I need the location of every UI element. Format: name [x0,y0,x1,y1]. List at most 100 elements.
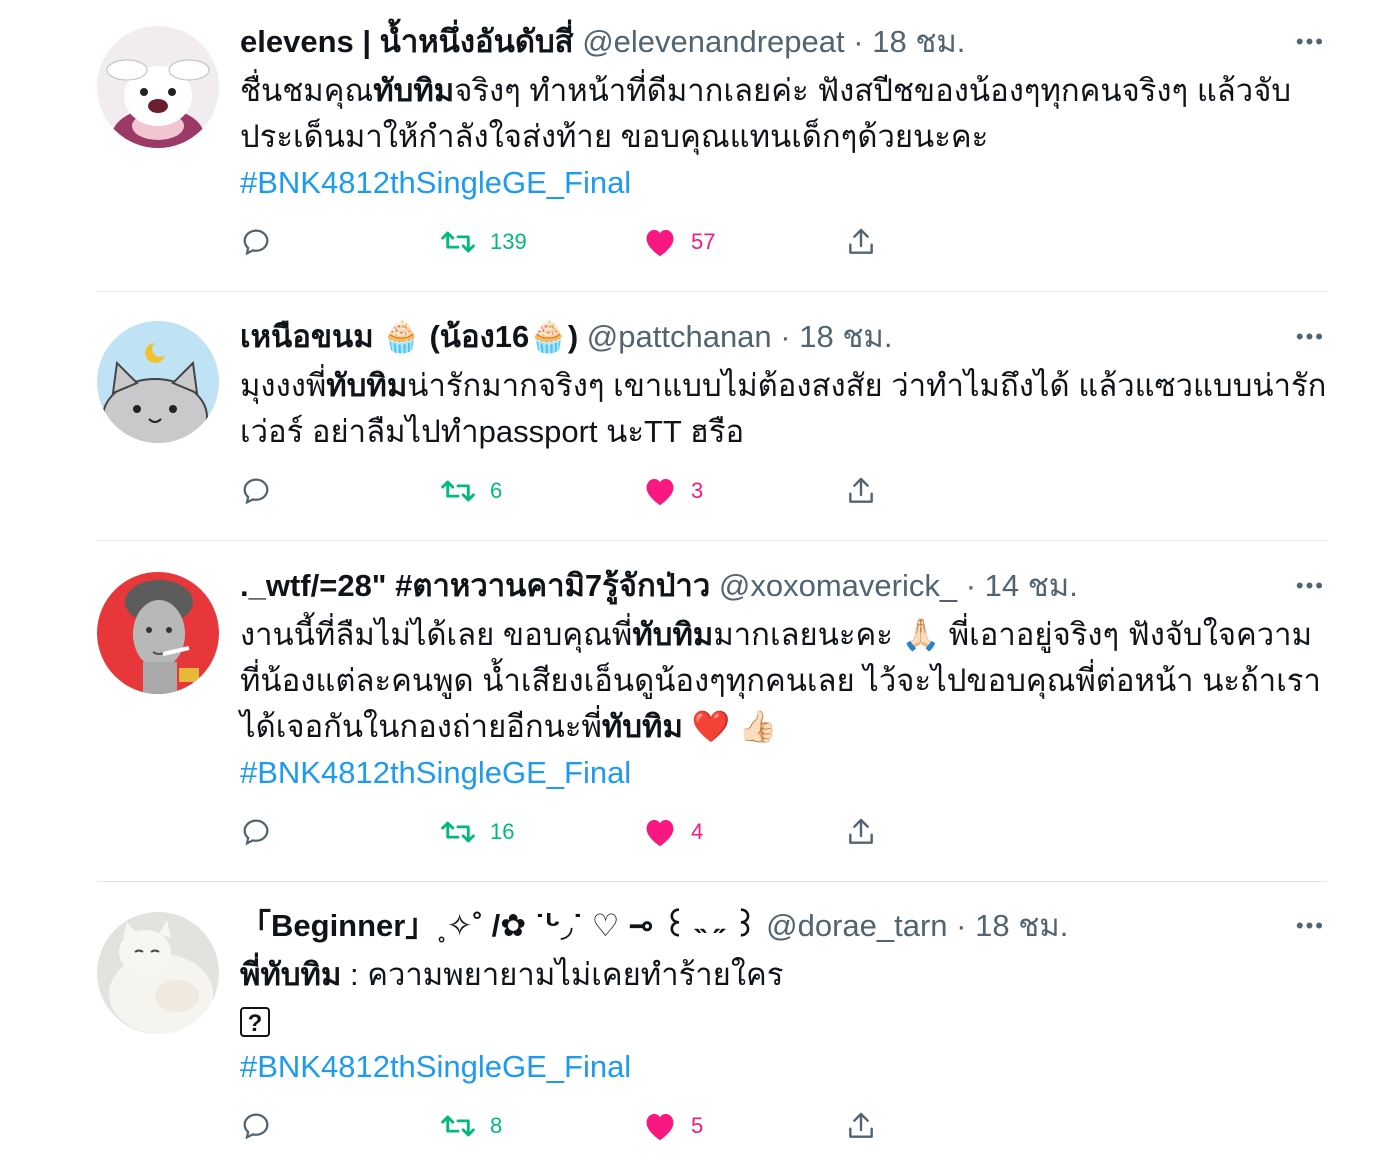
tweet-header: ._wtf/=28" #ตาหวานคามิ7รู้จักป่าว @xoxom… [240,566,1327,606]
retweet-count: 6 [490,478,503,503]
like-button[interactable]: 5 [643,1106,703,1146]
tweet-actions: 139 57 [240,222,1327,262]
retweet-button[interactable]: 16 [440,812,514,852]
share-button[interactable] [845,1106,877,1146]
tweet-text: ชื่นชมคุณทับทิมจริงๆ ทำหน้าที่ดีมากเลยค่… [240,68,1327,206]
heart-icon [646,1113,674,1141]
retweet-button[interactable]: 6 [440,471,502,511]
text-segment: งานนี้ที่ลืมไม่ได้เลย ขอบคุณพี่ [240,617,633,652]
user-handle[interactable]: @dorae_tarn [766,908,947,943]
share-icon [849,228,873,254]
tweet-header: elevens | น้ำหนึ่งอันดับสี่ @elevenandre… [240,22,1327,62]
reply-icon [243,1113,269,1140]
display-name[interactable]: เหนือขนม 🧁 (น้อง16🧁) [240,319,578,354]
tweet-text: พี่ทับทิม : ความพยายามไม่เคยทำร้ายใคร ? … [240,952,1327,1090]
avatar[interactable] [97,572,219,694]
text-segment: : ความพยายามไม่เคยทำร้ายใคร [341,957,784,992]
tweet-content: ._wtf/=28" #ตาหวานคามิ7รู้จักป่าว @xoxom… [240,566,1327,852]
more-options-icon[interactable]: ••• [1296,31,1325,53]
like-count: 3 [691,478,704,503]
text-segment-bold: ทับทิม [373,73,455,108]
tweet-content: elevens | น้ำหนึ่งอันดับสี่ @elevenandre… [240,22,1327,262]
user-handle[interactable]: @pattchanan [587,319,772,354]
text-segment: ชื่นชมคุณ [240,73,374,108]
display-name[interactable]: ._wtf/=28" #ตาหวานคามิ7รู้จักป่าว [240,568,710,603]
display-name[interactable]: 「Beginner」˳✧˚ /✿ ˙ᒡ◞˙ ♡ ⊸ ꒰ ˵ ˶ ꒱ [240,908,758,943]
share-button[interactable] [845,812,877,852]
user-handle[interactable]: @xoxomaverick_ [719,568,957,603]
retweet-icon [441,480,475,502]
divider [97,540,1327,541]
share-icon [849,1112,873,1138]
avatar-image [97,912,219,1034]
separator: · [853,24,864,59]
user-handle[interactable]: @elevenandrepeat [582,24,844,59]
avatar[interactable] [97,26,219,148]
text-segment: ❤️ 👍🏻 [682,709,778,744]
reply-button[interactable] [240,222,272,262]
tweet-content: 「Beginner」˳✧˚ /✿ ˙ᒡ◞˙ ♡ ⊸ ꒰ ˵ ˶ ꒱ @dorae… [240,906,1327,1146]
retweet-count: 139 [490,229,527,254]
divider [97,291,1327,292]
more-options-icon[interactable]: ••• [1296,326,1325,348]
timestamp[interactable]: 18 ชม. [975,908,1068,943]
tweet-header: เหนือขนม 🧁 (น้อง16🧁) @pattchanan · 18 ชม… [240,317,1327,357]
hashtag-link[interactable]: #BNK4812thSingleGE_Final [240,1049,631,1084]
like-count: 5 [691,1113,704,1138]
retweet-count: 16 [490,819,515,844]
more-options-icon[interactable]: ••• [1296,915,1325,937]
separator: · [965,568,977,603]
avatar-image [97,572,219,694]
heart-icon [646,478,674,506]
avatar-image [97,26,219,148]
tweet-text: งานนี้ที่ลืมไม่ได้เลย ขอบคุณพี่ทับทิมมาก… [240,612,1327,796]
avatar[interactable] [97,321,219,443]
display-name[interactable]: elevens | น้ำหนึ่งอันดับสี่ [240,24,574,59]
hashtag-link[interactable]: #BNK4812thSingleGE_Final [240,755,631,790]
reply-icon [243,229,269,256]
retweet-icon [441,821,475,843]
tweet-text: มุงงงพี่ทับทิมน่ารักมากจริงๆ เขาแบบไม่ต้… [240,363,1327,455]
like-button[interactable]: 3 [643,471,703,511]
text-segment-bold: ทับทิม [601,709,683,744]
avatar[interactable] [97,912,219,1034]
tweet-content: เหนือขนม 🧁 (น้อง16🧁) @pattchanan · 18 ชม… [240,317,1327,511]
retweet-button[interactable]: 139 [440,222,527,262]
tweet-actions: 6 3 [240,471,1327,511]
divider [97,881,1327,882]
reply-icon [243,819,269,846]
unknown-glyph-box: ? [240,1007,270,1037]
reply-button[interactable] [240,1106,272,1146]
share-button[interactable] [845,222,877,262]
timestamp[interactable]: 14 ชม. [985,568,1078,603]
text-segment-bold: ทับทิม [260,957,342,992]
retweet-icon [441,1115,475,1137]
retweet-button[interactable]: 8 [440,1106,502,1146]
hashtag-link[interactable]: #BNK4812thSingleGE_Final [240,165,631,200]
heart-icon [646,819,674,847]
separator: · [780,319,791,354]
like-count: 57 [691,229,716,254]
retweet-count: 8 [490,1113,503,1138]
share-icon [849,818,873,844]
tweet-actions: 16 4 [240,812,1327,852]
tweet-header: 「Beginner」˳✧˚ /✿ ˙ᒡ◞˙ ♡ ⊸ ꒰ ˵ ˶ ꒱ @dorae… [240,906,1327,946]
tweet-actions: 8 5 [240,1106,1327,1146]
share-icon [849,477,873,503]
text-segment-bold: พี่ [240,957,261,992]
text-segment-bold: ทับทิม [632,617,714,652]
like-button[interactable]: 57 [643,222,715,262]
timestamp[interactable]: 18 ชม. [872,24,965,59]
text-segment-bold: ทับทิม [326,368,408,403]
more-options-icon[interactable]: ••• [1296,575,1325,597]
share-button[interactable] [845,471,877,511]
retweet-icon [441,231,475,253]
like-button[interactable]: 4 [643,812,703,852]
avatar-image [97,321,219,443]
heart-icon [646,229,674,257]
reply-button[interactable] [240,812,272,852]
reply-button[interactable] [240,471,272,511]
reply-icon [243,478,269,505]
timestamp[interactable]: 18 ชม. [799,319,892,354]
separator: · [956,908,967,943]
